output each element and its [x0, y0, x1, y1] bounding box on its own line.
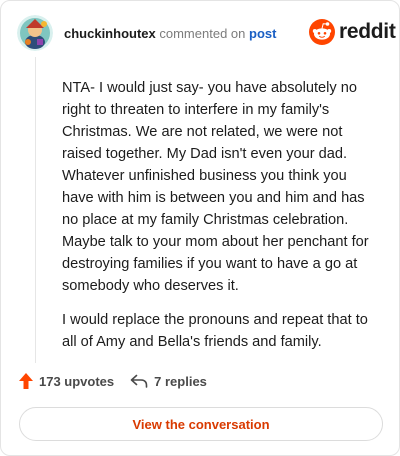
avatar[interactable] — [17, 15, 53, 51]
reddit-snoo-icon — [309, 19, 335, 45]
reply-count: 7 replies — [154, 373, 207, 389]
reply-arrow-icon — [130, 374, 148, 388]
replies-button[interactable]: 7 replies — [130, 374, 207, 389]
reddit-logo[interactable]: reddit — [309, 19, 396, 45]
comment-paragraph: I would replace the pronouns and repeat … — [62, 312, 368, 350]
upvote-button[interactable]: 173 upvotes — [19, 373, 114, 389]
commented-on-text: commented on — [159, 26, 246, 41]
thread-line — [35, 57, 36, 363]
username[interactable]: chuckinhoutex — [64, 26, 156, 41]
reddit-wordmark: reddit — [339, 20, 396, 43]
comment-paragraph: NTA- I would just say- you have absolute… — [62, 80, 369, 294]
post-link[interactable]: post — [249, 26, 276, 41]
view-conversation-button[interactable]: View the conversation — [19, 407, 383, 441]
user-avatar-icon — [17, 15, 53, 51]
upvote-arrow-icon — [19, 373, 33, 389]
comment-body: NTA- I would just say- you have absolute… — [62, 77, 382, 365]
comment-header: chuckinhoutex commented on post — [64, 26, 276, 41]
comment-embed-card: chuckinhoutex commented on post reddit N… — [0, 0, 400, 456]
comment-actions: 173 upvotes 7 replies — [19, 373, 207, 389]
upvote-count: 173 upvotes — [39, 373, 115, 389]
